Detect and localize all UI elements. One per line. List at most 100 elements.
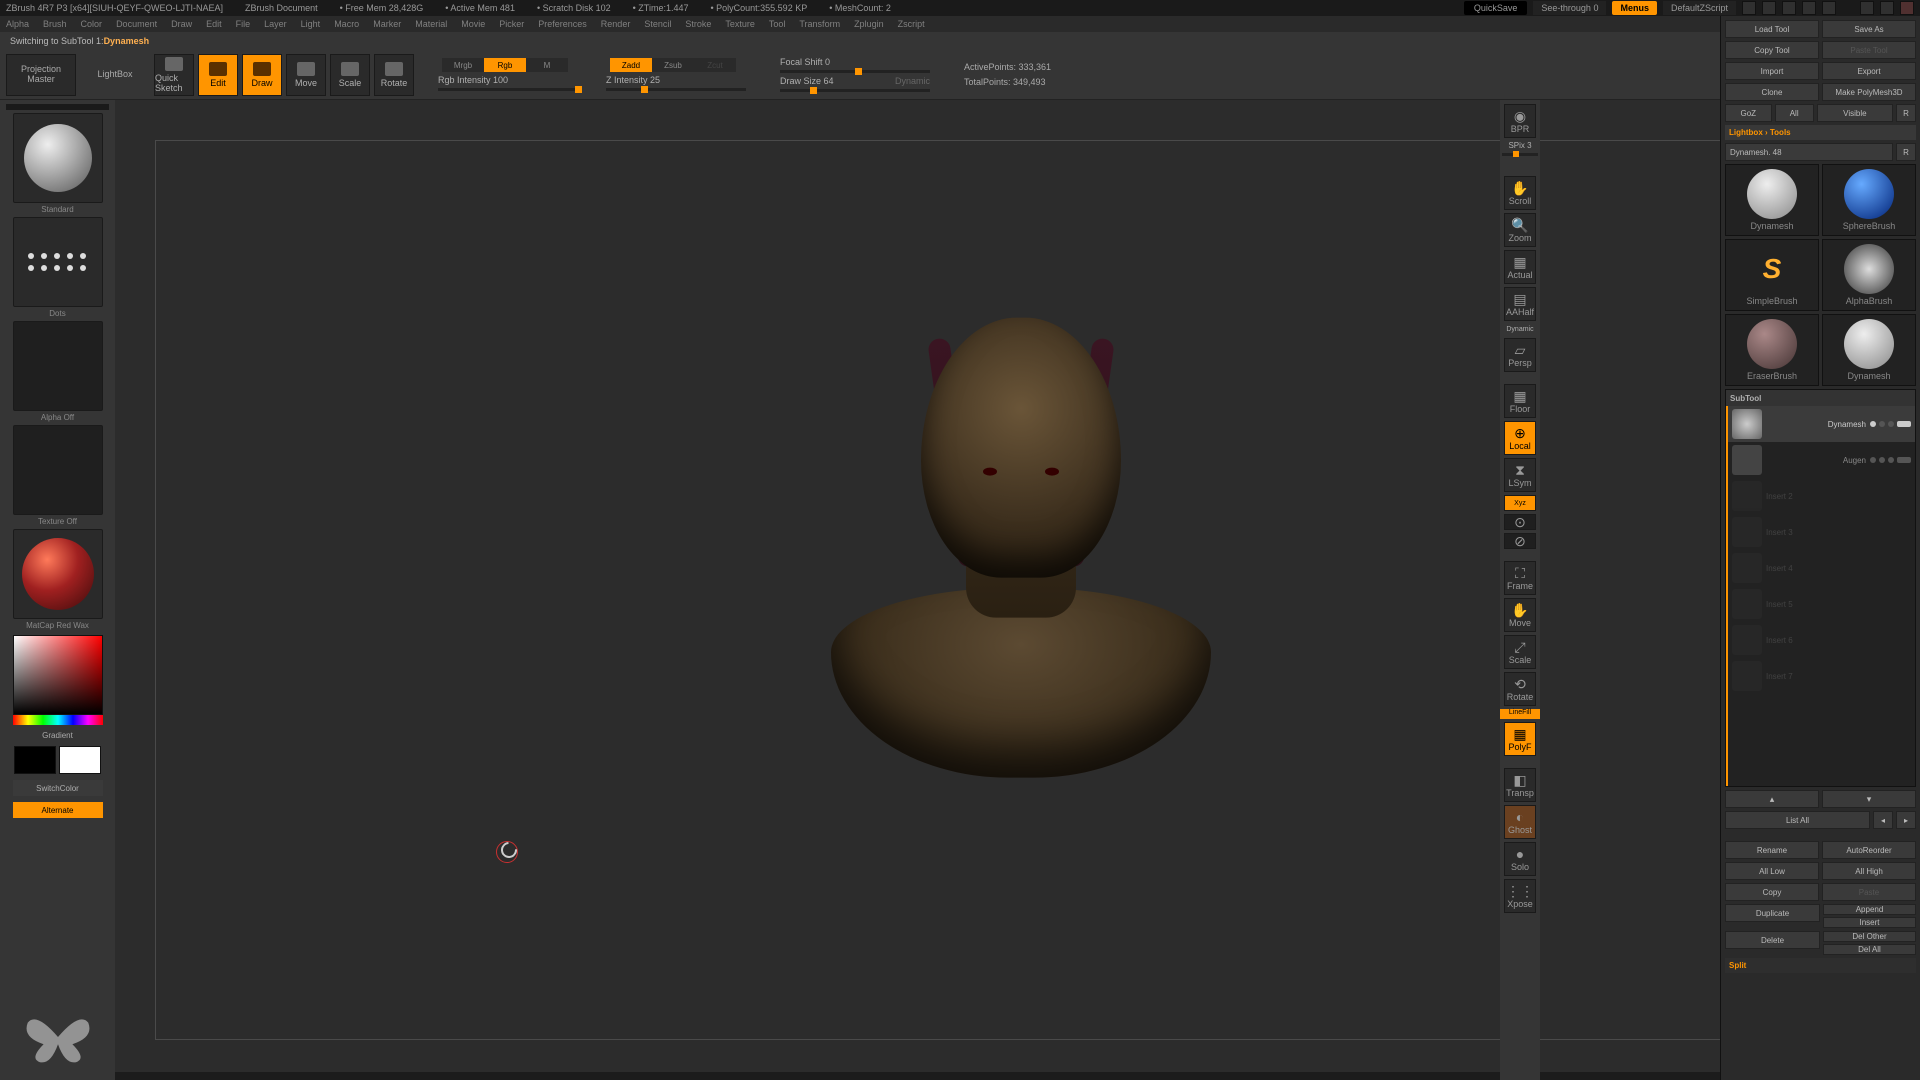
load-tool-button[interactable]: Load Tool bbox=[1725, 20, 1819, 38]
save-as-button[interactable]: Save As bbox=[1822, 20, 1916, 38]
subtool-header[interactable]: SubTool bbox=[1726, 390, 1915, 406]
menu-color[interactable]: Color bbox=[81, 19, 103, 29]
insert-button[interactable]: Insert bbox=[1823, 917, 1916, 928]
hue-strip[interactable] bbox=[13, 715, 103, 725]
alpha-slot[interactable]: Alpha Off bbox=[13, 321, 103, 411]
solo-button[interactable]: ●Solo bbox=[1504, 842, 1536, 876]
dyn-r-button[interactable]: R bbox=[1896, 143, 1916, 161]
tool-eraserbrush[interactable]: EraserBrush bbox=[1725, 314, 1819, 386]
move-mode-button[interactable]: Move bbox=[286, 54, 326, 96]
clone-button[interactable]: Clone bbox=[1725, 83, 1819, 101]
rgb-intensity-slider[interactable] bbox=[438, 88, 578, 91]
local-button[interactable]: ⊕Local bbox=[1504, 421, 1536, 455]
xpose-button[interactable]: ⋮⋮Xpose bbox=[1504, 879, 1536, 913]
switch-color-button[interactable]: SwitchColor bbox=[13, 780, 103, 796]
default-zscript[interactable]: DefaultZScript bbox=[1663, 1, 1736, 15]
del-all-button[interactable]: Del All bbox=[1823, 944, 1916, 955]
stroke-slot[interactable]: Dots bbox=[13, 217, 103, 307]
pivot-set-button[interactable]: ⊙ bbox=[1504, 514, 1536, 530]
menu-stroke[interactable]: Stroke bbox=[685, 19, 711, 29]
mrgb-button[interactable]: Mrgb bbox=[442, 58, 484, 72]
edit-mode-button[interactable]: Edit bbox=[198, 54, 238, 96]
aahalf-button[interactable]: ▤AAHalf bbox=[1504, 287, 1536, 321]
menu-preferences[interactable]: Preferences bbox=[538, 19, 587, 29]
nav-rotate-button[interactable]: ⟲Rotate bbox=[1504, 672, 1536, 706]
rgb-button[interactable]: Rgb bbox=[484, 58, 526, 72]
brush-slot[interactable]: Standard bbox=[13, 113, 103, 203]
tool-dynamesh-2[interactable]: Dynamesh bbox=[1822, 314, 1916, 386]
nav-move-button[interactable]: ✋Move bbox=[1504, 598, 1536, 632]
frame-button[interactable]: ⛶Frame bbox=[1504, 561, 1536, 595]
paste-tool-button[interactable]: Paste Tool bbox=[1822, 41, 1916, 59]
menu-layer[interactable]: Layer bbox=[264, 19, 287, 29]
split-header[interactable]: Split bbox=[1725, 958, 1916, 973]
goz-visible-button[interactable]: Visible bbox=[1817, 104, 1893, 122]
menu-texture[interactable]: Texture bbox=[725, 19, 755, 29]
floor-button[interactable]: ▦Floor bbox=[1504, 384, 1536, 418]
move-down-button[interactable]: ▾ bbox=[1822, 790, 1916, 808]
subtool-row[interactable]: Augen bbox=[1728, 442, 1915, 478]
gradient-label[interactable]: Gradient bbox=[42, 731, 73, 740]
menu-zscript[interactable]: Zscript bbox=[898, 19, 925, 29]
actual-button[interactable]: ▦Actual bbox=[1504, 250, 1536, 284]
arrow-right-button[interactable]: ▸ bbox=[1896, 811, 1916, 829]
polyf-button[interactable]: ▦PolyF bbox=[1504, 722, 1536, 756]
rename-button[interactable]: Rename bbox=[1725, 841, 1819, 859]
swatch-black[interactable] bbox=[14, 746, 56, 774]
win-icon-3[interactable] bbox=[1782, 1, 1796, 15]
quicksave-button[interactable]: QuickSave bbox=[1464, 1, 1528, 15]
subtool-row[interactable]: Insert 4 bbox=[1728, 550, 1915, 586]
focal-shift-slider[interactable] bbox=[780, 70, 930, 73]
win-icon-2[interactable] bbox=[1762, 1, 1776, 15]
zadd-button[interactable]: Zadd bbox=[610, 58, 652, 72]
lightbox-button[interactable]: LightBox bbox=[80, 54, 150, 96]
menu-brush[interactable]: Brush bbox=[43, 19, 67, 29]
autoreorder-button[interactable]: AutoReorder bbox=[1822, 841, 1916, 859]
export-button[interactable]: Export bbox=[1822, 62, 1916, 80]
draw-mode-button[interactable]: Draw bbox=[242, 54, 282, 96]
menu-transform[interactable]: Transform bbox=[799, 19, 840, 29]
ghost-button[interactable]: ◐Ghost bbox=[1504, 805, 1536, 839]
z-intensity-slider[interactable] bbox=[606, 88, 746, 91]
dynamic-label[interactable]: Dynamic bbox=[895, 76, 930, 86]
lightbox-tools-header[interactable]: Lightbox › Tools bbox=[1725, 125, 1916, 140]
subtool-row[interactable]: Dynamesh bbox=[1728, 406, 1915, 442]
goz-all-button[interactable]: All bbox=[1775, 104, 1814, 122]
bottom-scrollbar[interactable] bbox=[115, 1072, 1920, 1080]
zsub-button[interactable]: Zsub bbox=[652, 58, 694, 72]
move-up-button[interactable]: ▴ bbox=[1725, 790, 1819, 808]
viewport[interactable] bbox=[155, 140, 1886, 1040]
color-picker[interactable] bbox=[13, 635, 103, 725]
draw-size-slider[interactable] bbox=[780, 89, 930, 92]
duplicate-button[interactable]: Duplicate bbox=[1725, 904, 1820, 922]
quick-sketch-button[interactable]: Quick Sketch bbox=[154, 54, 194, 96]
dynamesh-res-slider[interactable]: Dynamesh. 48 bbox=[1725, 143, 1893, 161]
arrow-left-button[interactable]: ◂ bbox=[1873, 811, 1893, 829]
pivot-clear-button[interactable]: ⊘ bbox=[1504, 533, 1536, 549]
close-icon[interactable] bbox=[1900, 1, 1914, 15]
menu-light[interactable]: Light bbox=[301, 19, 321, 29]
eye-icon[interactable] bbox=[1897, 421, 1911, 427]
del-other-button[interactable]: Del Other bbox=[1823, 931, 1916, 942]
all-low-button[interactable]: All Low bbox=[1725, 862, 1819, 880]
menu-file[interactable]: File bbox=[236, 19, 251, 29]
m-button[interactable]: M bbox=[526, 58, 568, 72]
tool-dynamesh[interactable]: Dynamesh bbox=[1725, 164, 1819, 236]
subtool-row[interactable]: Insert 3 bbox=[1728, 514, 1915, 550]
paste-button[interactable]: Paste bbox=[1822, 883, 1916, 901]
alternate-button[interactable]: Alternate bbox=[13, 802, 103, 818]
bpr-button[interactable]: ◉BPR bbox=[1504, 104, 1536, 138]
spix-slider[interactable]: SPix 3 bbox=[1500, 141, 1540, 150]
win-icon-1[interactable] bbox=[1742, 1, 1756, 15]
zcut-button[interactable]: Zcut bbox=[694, 58, 736, 72]
goz-r-button[interactable]: R bbox=[1896, 104, 1916, 122]
persp-button[interactable]: ▱Persp bbox=[1504, 338, 1536, 372]
material-slot[interactable]: MatCap Red Wax bbox=[13, 529, 103, 619]
win-icon-5[interactable] bbox=[1822, 1, 1836, 15]
delete-button[interactable]: Delete bbox=[1725, 931, 1820, 949]
transp-button[interactable]: ◧Transp bbox=[1504, 768, 1536, 802]
scale-mode-button[interactable]: Scale bbox=[330, 54, 370, 96]
see-through[interactable]: See-through 0 bbox=[1533, 1, 1606, 15]
texture-slot[interactable]: Texture Off bbox=[13, 425, 103, 515]
copy-button[interactable]: Copy bbox=[1725, 883, 1819, 901]
